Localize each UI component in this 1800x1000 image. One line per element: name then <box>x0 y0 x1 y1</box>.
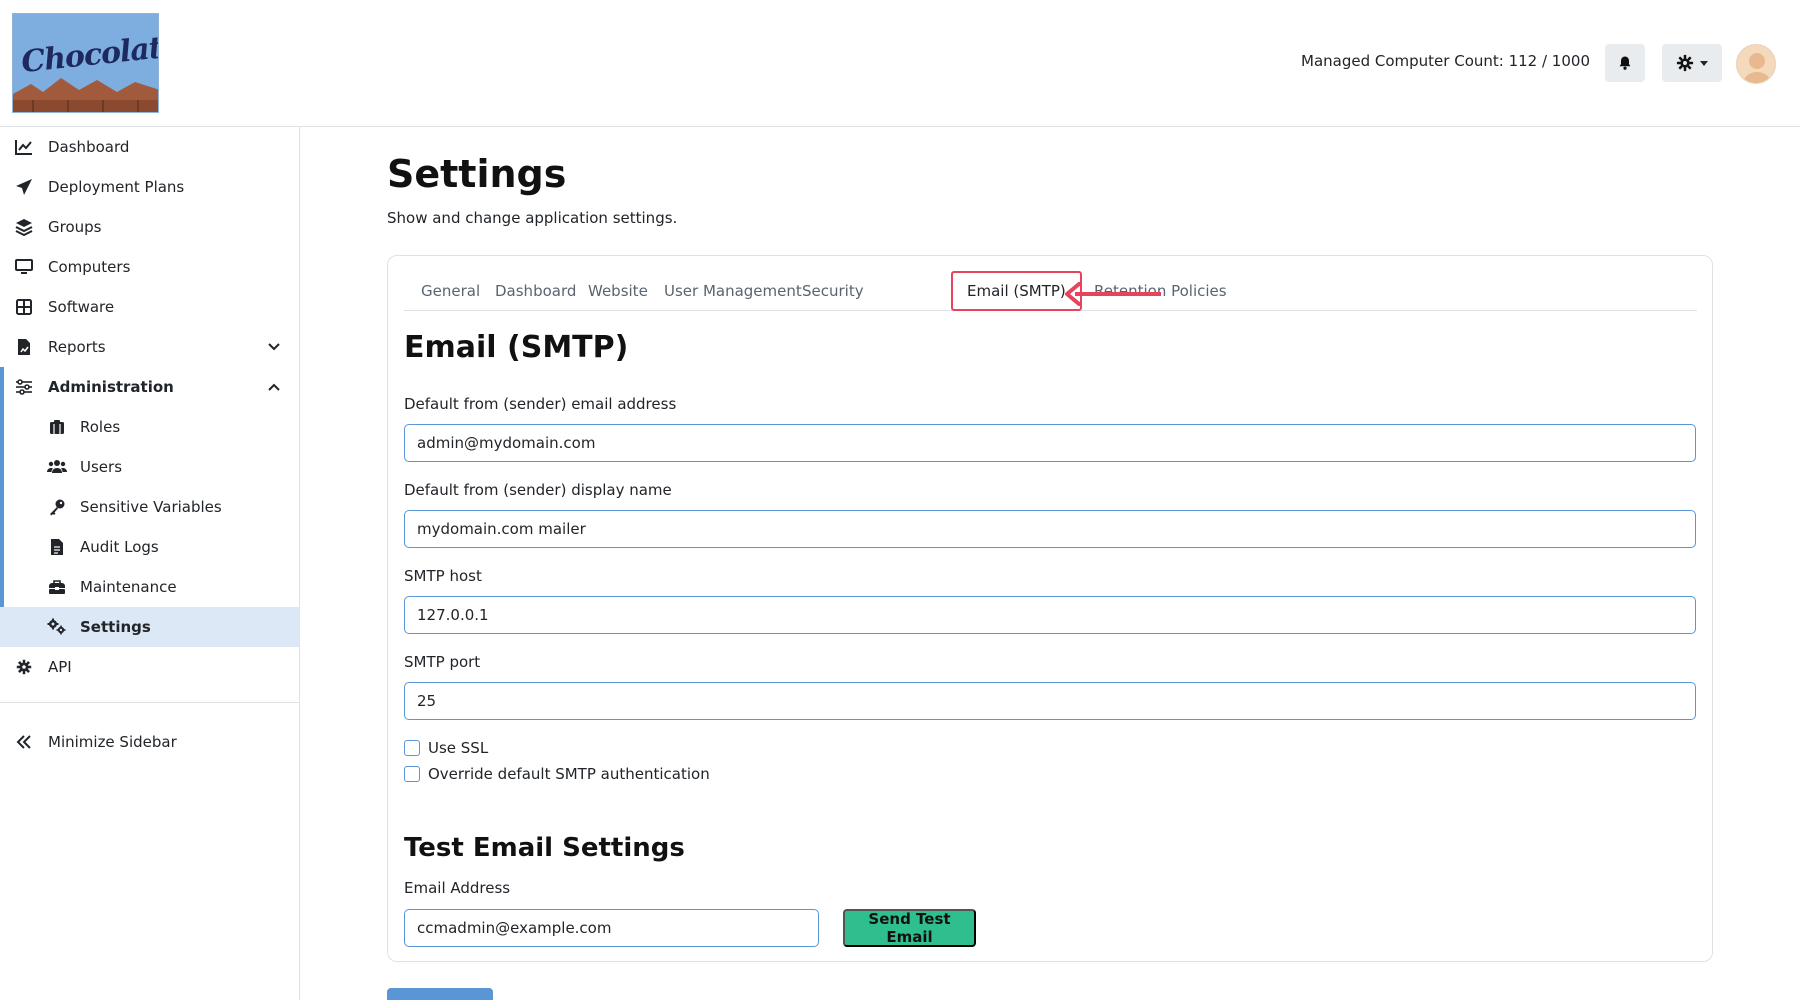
sidebar-item-computers[interactable]: Computers <box>0 247 299 287</box>
override-auth-label: Override default SMTP authentication <box>428 765 710 783</box>
desktop-icon <box>14 257 34 277</box>
sidebar-item-label: Reports <box>48 338 106 356</box>
sidebar-item-label: API <box>48 658 72 676</box>
sidebar-item-maintenance[interactable]: Maintenance <box>0 567 299 607</box>
test-email-input[interactable] <box>404 909 819 947</box>
toolbox-icon <box>47 577 67 597</box>
gears-icon <box>47 617 67 637</box>
use-ssl-label: Use SSL <box>428 739 489 757</box>
tab-user-management[interactable]: User Management <box>664 271 802 311</box>
sidebar-item-label: Audit Logs <box>80 538 159 556</box>
use-ssl-checkbox[interactable] <box>404 740 420 756</box>
send-test-email-button[interactable]: Send Test Email <box>843 909 976 947</box>
sidebar-item-users[interactable]: Users <box>0 447 299 487</box>
sidebar-item-groups[interactable]: Groups <box>0 207 299 247</box>
smtp-host-input[interactable] <box>404 596 1696 634</box>
cog-icon <box>14 657 34 677</box>
layers-icon <box>14 217 34 237</box>
page-subtitle: Show and change application settings. <box>387 209 678 227</box>
smtp-port-label: SMTP port <box>404 653 481 671</box>
paper-plane-icon <box>14 177 34 197</box>
minimize-sidebar-label: Minimize Sidebar <box>48 733 177 751</box>
sidebar-divider <box>0 702 299 703</box>
users-icon <box>47 457 67 477</box>
sidebar-item-label: Software <box>48 298 115 316</box>
sidebar-item-api[interactable]: API <box>0 647 299 687</box>
bell-icon <box>1619 56 1631 70</box>
file-text-icon <box>47 537 67 557</box>
page-title: Settings <box>387 152 567 196</box>
smtp-host-label: SMTP host <box>404 567 482 585</box>
test-email-address-label: Email Address <box>404 879 511 897</box>
gear-icon <box>1676 54 1694 72</box>
tab-general[interactable]: General <box>421 271 480 311</box>
sidebar-item-label: Sensitive Variables <box>80 498 222 516</box>
sidebar-item-administration[interactable]: Administration <box>0 367 299 407</box>
sidebar-item-label: Computers <box>48 258 131 276</box>
sidebar-item-audit-logs[interactable]: Audit Logs <box>0 527 299 567</box>
sidebar-item-deployment-plans[interactable]: Deployment Plans <box>0 167 299 207</box>
sidebar-item-label: Users <box>80 458 123 476</box>
sidebar-item-label: Groups <box>48 218 102 236</box>
override-auth-row: Override default SMTP authentication <box>404 765 710 783</box>
sidebar-item-label: Roles <box>80 418 121 436</box>
chevron-down-icon <box>267 338 281 356</box>
sidebar-item-roles[interactable]: Roles <box>0 407 299 447</box>
save-button[interactable] <box>387 988 493 1000</box>
double-chevron-left-icon <box>14 732 34 752</box>
sidebar-item-label: Settings <box>80 618 151 636</box>
chevron-up-icon <box>267 378 281 396</box>
sidebar-item-label: Deployment Plans <box>48 178 185 196</box>
user-avatar[interactable] <box>1736 44 1776 84</box>
test-email-heading: Test Email Settings <box>404 833 685 863</box>
annotation-arrow-icon <box>1065 282 1161 306</box>
display-name-input[interactable] <box>404 510 1696 548</box>
tab-security[interactable]: Security <box>802 271 864 311</box>
use-ssl-row: Use SSL <box>404 739 488 757</box>
sidebar-item-label: Administration <box>48 378 174 396</box>
sidebar-item-label: Maintenance <box>80 578 177 596</box>
sidebar-item-sensitive-variables[interactable]: Sensitive Variables <box>0 487 299 527</box>
chocolatey-logo[interactable]: Chocolatey <box>12 13 159 113</box>
sidebar-item-reports[interactable]: Reports <box>0 327 299 367</box>
sidebar-item-software[interactable]: Software <box>0 287 299 327</box>
file-chart-icon <box>14 337 34 357</box>
sidebar-item-label: Dashboard <box>48 138 130 156</box>
from-email-label: Default from (sender) email address <box>404 395 677 413</box>
override-auth-checkbox[interactable] <box>404 766 420 782</box>
sidebar: Dashboard Deployment Plans Groups Comput… <box>0 127 300 1000</box>
chart-line-icon <box>14 137 34 157</box>
sidebar-item-dashboard[interactable]: Dashboard <box>0 127 299 167</box>
sidebar-item-settings[interactable]: Settings <box>0 607 299 647</box>
display-name-label: Default from (sender) display name <box>404 481 672 499</box>
notifications-button[interactable] <box>1605 44 1645 82</box>
smtp-port-input[interactable] <box>404 682 1696 720</box>
top-header: Chocolatey Managed Computer Count: 112 /… <box>0 0 1800 127</box>
tab-dashboard[interactable]: Dashboard <box>495 271 576 311</box>
key-icon <box>47 497 67 517</box>
from-email-input[interactable] <box>404 424 1696 462</box>
id-badge-icon <box>47 417 67 437</box>
smtp-heading: Email (SMTP) <box>404 330 629 365</box>
tab-website[interactable]: Website <box>588 271 648 311</box>
chevron-down-icon <box>1700 60 1708 66</box>
managed-computer-count: Managed Computer Count: 112 / 1000 <box>1301 52 1590 70</box>
avatar-icon <box>1742 53 1772 83</box>
minimize-sidebar-button[interactable]: Minimize Sidebar <box>0 722 299 762</box>
sliders-icon <box>14 377 34 397</box>
theme-settings-button[interactable] <box>1662 44 1722 82</box>
grid-icon <box>14 297 34 317</box>
settings-tabs: General Dashboard Website User Managemen… <box>404 271 1697 311</box>
